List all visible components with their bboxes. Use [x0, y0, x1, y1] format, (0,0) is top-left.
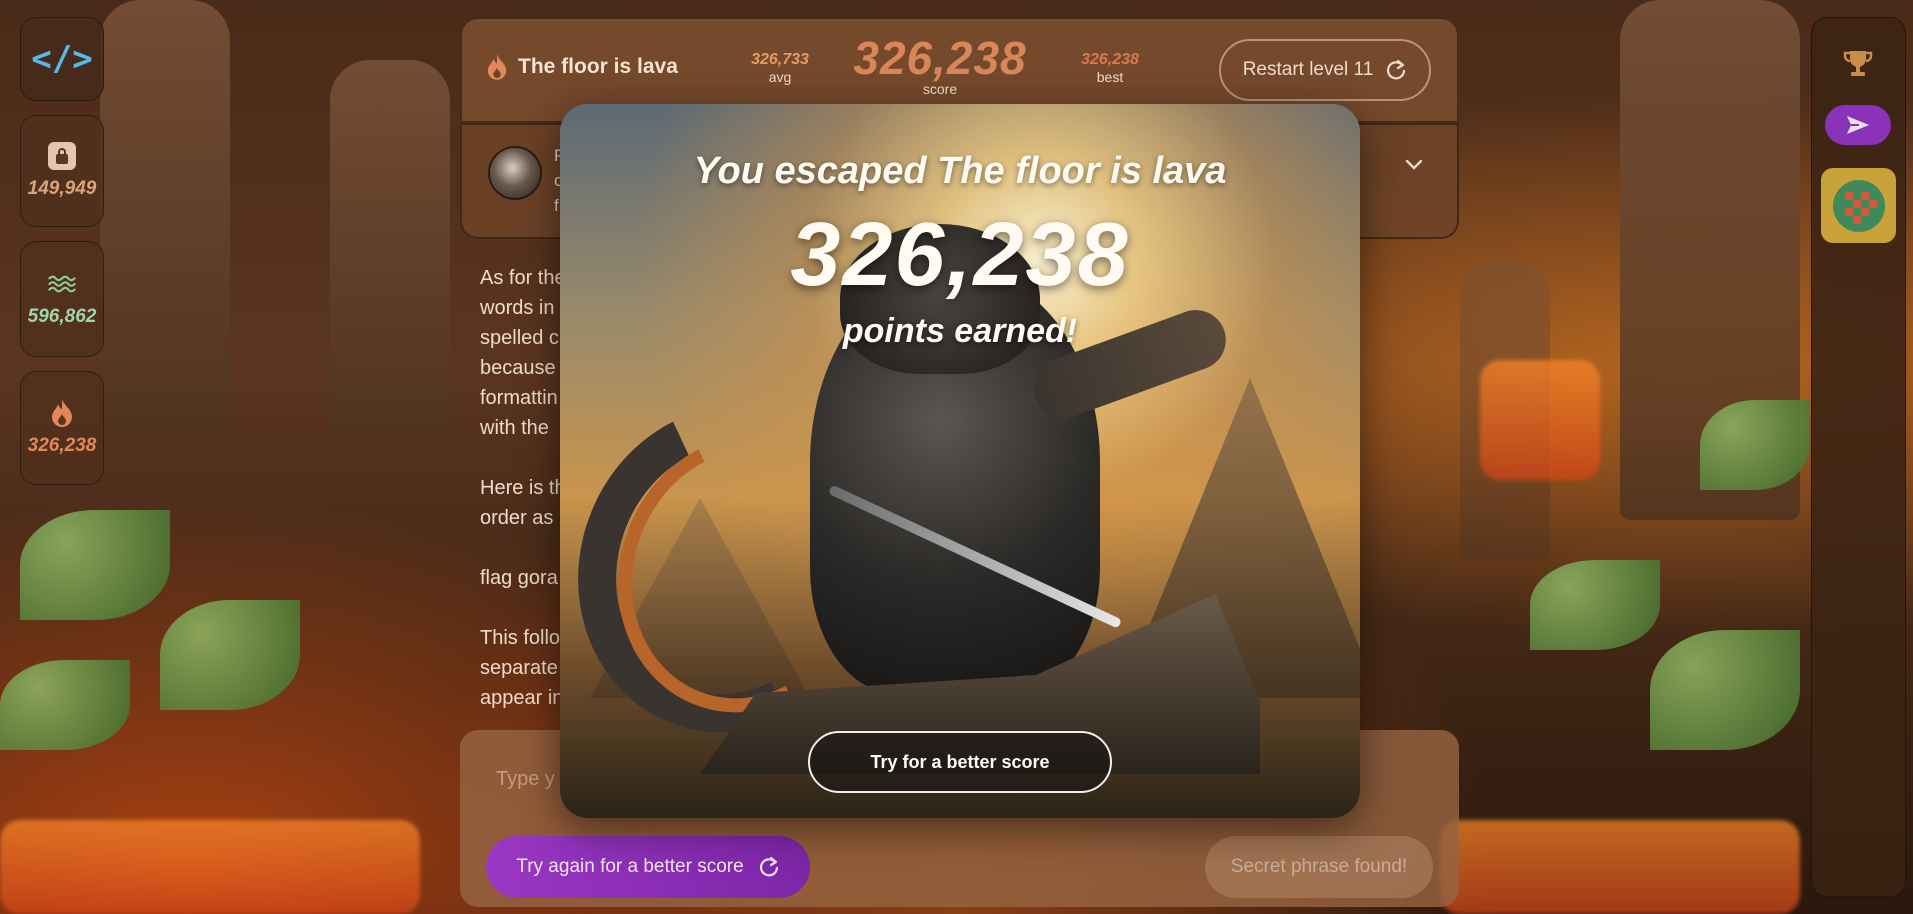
- right-sidebar: [1811, 17, 1906, 897]
- left-sidebar: </> 149,949 596,862 326,238: [20, 17, 104, 485]
- try-better-score-button[interactable]: Try for a better score: [808, 731, 1112, 793]
- code-logo-icon: </>: [31, 39, 93, 79]
- chevron-down-icon[interactable]: [1405, 159, 1423, 171]
- avg-score: 326,733 avg: [745, 51, 815, 85]
- restart-icon: [1387, 59, 1406, 80]
- stat-tile-flame[interactable]: 326,238: [20, 371, 104, 485]
- app-logo[interactable]: </>: [20, 17, 104, 101]
- try-again-label: Try again for a better score: [516, 856, 744, 877]
- user-avatar[interactable]: [1821, 168, 1896, 243]
- waves-icon: [48, 270, 76, 298]
- stat-tile-locked[interactable]: 149,949: [20, 115, 104, 227]
- restart-icon: [759, 856, 778, 877]
- padlock-icon: [48, 142, 76, 170]
- best-score: 326,238 best: [1070, 51, 1150, 85]
- share-button[interactable]: [1825, 105, 1891, 145]
- restart-label: Restart level 11: [1242, 59, 1374, 80]
- modal-score: 326,238: [790, 205, 1130, 305]
- bot-avatar: [488, 146, 542, 200]
- best-label: best: [1096, 69, 1124, 85]
- score-value: 326,238: [853, 32, 1027, 84]
- secret-phrase-button[interactable]: Secret phrase found!: [1205, 836, 1433, 898]
- try-again-button[interactable]: Try again for a better score: [486, 836, 810, 898]
- level-title: The floor is lava: [486, 53, 678, 81]
- stat-value: 596,862: [27, 306, 97, 327]
- flame-icon: [487, 54, 507, 80]
- stat-tile-waves[interactable]: 596,862: [20, 241, 104, 357]
- stat-value: 326,238: [27, 435, 97, 456]
- best-value: 326,238: [1081, 51, 1139, 68]
- restart-level-button[interactable]: Restart level 11: [1219, 39, 1431, 101]
- avg-value: 326,733: [751, 51, 809, 68]
- stat-value: 149,949: [27, 178, 97, 199]
- current-score: 326,238 score: [840, 31, 1040, 97]
- level-name-text: The floor is lava: [518, 55, 678, 78]
- victory-modal: You escaped The floor is lava 326,238 po…: [560, 104, 1360, 818]
- flame-icon: [48, 399, 76, 427]
- modal-title: You escaped The floor is lava: [693, 150, 1227, 192]
- trophy-icon[interactable]: [1841, 47, 1875, 81]
- modal-subtitle: points earned!: [842, 312, 1078, 350]
- avatar-icon: [1832, 179, 1885, 232]
- chat-input[interactable]: Type y: [496, 768, 555, 791]
- avg-label: avg: [768, 69, 792, 85]
- send-icon: [1847, 116, 1869, 134]
